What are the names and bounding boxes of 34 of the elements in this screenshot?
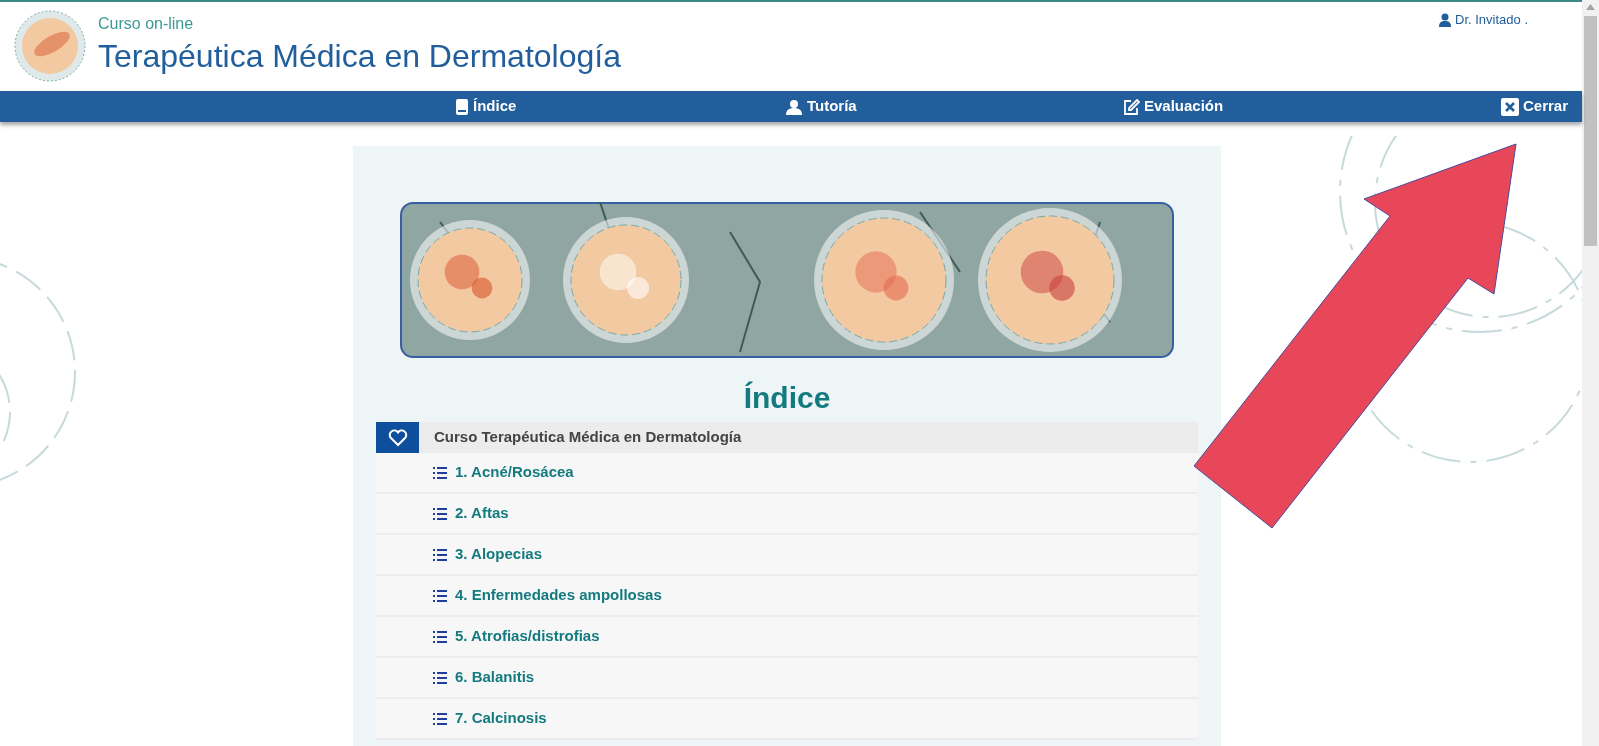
scrollbar[interactable] <box>1582 0 1599 746</box>
user-icon <box>1439 12 1451 27</box>
list-icon <box>433 630 447 643</box>
list-icon <box>433 466 447 479</box>
nav-link[interactable]: Cerrar <box>1500 95 1568 118</box>
chapter-link[interactable]: 5. Atrofias/distrofias <box>376 617 1198 658</box>
close-icon <box>1500 97 1519 116</box>
list-icon <box>433 589 447 602</box>
scroll-up-icon <box>1586 4 1595 10</box>
user-link[interactable]: Dr. Invitado . <box>1439 10 1528 30</box>
chapter-link[interactable]: 1. Acné/Rosácea <box>376 453 1198 494</box>
book-icon <box>455 98 469 115</box>
chapter-link[interactable]: 7. Calcinosis <box>376 699 1198 740</box>
nav-link[interactable]: Tutoría <box>785 95 1123 118</box>
logo-drawing <box>14 10 86 82</box>
nav-link[interactable]: Índice <box>455 95 785 118</box>
list-icon <box>433 507 447 520</box>
index-heading: Índice <box>743 380 831 416</box>
list-icon <box>433 671 447 684</box>
edit-icon <box>1123 98 1140 115</box>
course-name: Curso Terapéutica Médica en Dermatología <box>434 427 742 448</box>
chapter-link[interactable]: 2. Aftas <box>376 494 1198 535</box>
list-icon <box>433 712 447 725</box>
header-subtitle: Curso on-line <box>98 14 194 34</box>
list-icon <box>433 548 447 561</box>
user-icon <box>785 98 803 115</box>
scrollbar-thumb[interactable] <box>1584 16 1597 246</box>
nav-link[interactable]: Evaluación <box>1123 95 1498 118</box>
chapter-link[interactable]: 3. Alopecias <box>376 535 1198 576</box>
chapter-link[interactable]: 6. Balanitis <box>376 658 1198 699</box>
chapter-link[interactable]: 4. Enfermedades ampollosas <box>376 576 1198 617</box>
favorite-button[interactable] <box>376 422 419 453</box>
heart-icon <box>387 428 408 447</box>
course-title: Terapéutica Médica en Dermatología <box>98 37 621 76</box>
